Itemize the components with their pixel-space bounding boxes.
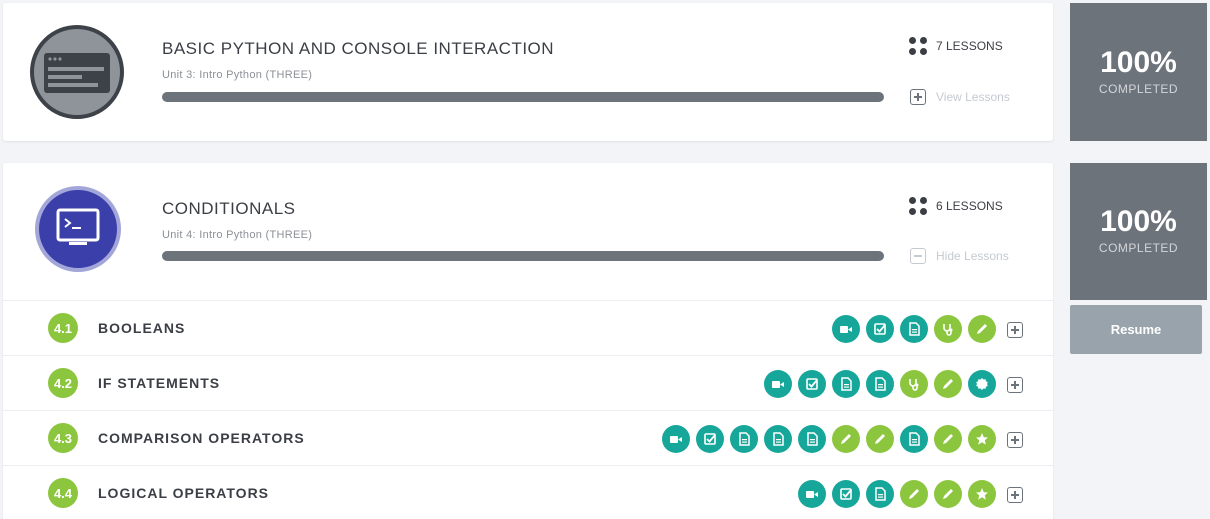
doc-icon[interactable]: [798, 425, 826, 453]
lessons-count-label: 6 LESSONS: [936, 199, 1003, 213]
expand-lesson-icon[interactable]: [1007, 487, 1023, 503]
pencil-icon[interactable]: [968, 315, 996, 343]
grid-dots-icon: [909, 197, 927, 215]
lesson-activities: [662, 425, 996, 453]
grid-dots-icon: [909, 37, 927, 55]
check-icon[interactable]: [832, 480, 860, 508]
unit-subtitle: Unit 3: Intro Python (THREE): [162, 69, 313, 81]
doc-icon[interactable]: [900, 315, 928, 343]
resume-button[interactable]: Resume: [1070, 305, 1202, 354]
lesson-title: LOGICAL OPERATORS: [98, 485, 270, 501]
lesson-title: IF STATEMENTS: [98, 375, 221, 391]
video-icon[interactable]: [764, 370, 792, 398]
toggle-label: View Lessons: [936, 90, 1010, 104]
completion-label: COMPLETED: [1098, 82, 1179, 96]
check-icon[interactable]: [696, 425, 724, 453]
lesson-number-badge: 4.3: [48, 423, 78, 453]
check-icon[interactable]: [866, 315, 894, 343]
unit-card-3: BASIC PYTHON AND CONSOLE INTERACTION Uni…: [3, 3, 1053, 141]
lesson-number-badge: 4.4: [48, 478, 78, 508]
terminal-icon: [35, 186, 121, 272]
doc-icon[interactable]: [866, 480, 894, 508]
doc-icon[interactable]: [832, 370, 860, 398]
unit-title: BASIC PYTHON AND CONSOLE INTERACTION: [162, 39, 555, 58]
progress-bar: [162, 92, 884, 102]
stethoscope-icon[interactable]: [900, 370, 928, 398]
pencil-icon[interactable]: [900, 480, 928, 508]
lesson-row[interactable]: 4.1 BOOLEANS: [3, 300, 1053, 355]
unit-title: CONDITIONALS: [162, 199, 296, 218]
window-icon: [30, 25, 124, 119]
toggle-label: Hide Lessons: [936, 249, 1009, 263]
doc-icon[interactable]: [900, 425, 928, 453]
completion-label: COMPLETED: [1098, 241, 1179, 255]
pencil-icon[interactable]: [832, 425, 860, 453]
video-icon[interactable]: [662, 425, 690, 453]
progress-bar: [162, 251, 884, 261]
lesson-activities: [798, 480, 996, 508]
expand-lesson-icon[interactable]: [1007, 377, 1023, 393]
view-lessons-toggle[interactable]: View Lessons: [910, 89, 1010, 105]
lesson-title: COMPARISON OPERATORS: [98, 430, 305, 446]
unit-card-4: CONDITIONALS Unit 4: Intro Python (THREE…: [3, 163, 1053, 519]
pencil-icon[interactable]: [934, 370, 962, 398]
doc-icon[interactable]: [764, 425, 792, 453]
lesson-number-badge: 4.1: [48, 313, 78, 343]
expand-lesson-icon[interactable]: [1007, 432, 1023, 448]
expand-lesson-icon[interactable]: [1007, 322, 1023, 338]
lesson-activities: [832, 315, 996, 343]
completion-percent: 100%: [1100, 46, 1177, 79]
star-icon[interactable]: [968, 425, 996, 453]
lessons-count: 7 LESSONS: [909, 37, 1003, 55]
lesson-title: BOOLEANS: [98, 320, 186, 336]
minus-box-icon: [910, 248, 926, 264]
video-icon[interactable]: [832, 315, 860, 343]
badge-icon[interactable]: [968, 370, 996, 398]
completion-percent: 100%: [1100, 205, 1177, 238]
plus-box-icon: [910, 89, 926, 105]
stethoscope-icon[interactable]: [934, 315, 962, 343]
completion-stat-4: 100% COMPLETED: [1070, 163, 1207, 300]
lessons-count-label: 7 LESSONS: [936, 39, 1003, 53]
pencil-icon[interactable]: [934, 425, 962, 453]
lesson-row[interactable]: 4.2 IF STATEMENTS: [3, 355, 1053, 410]
lesson-row[interactable]: 4.4 LOGICAL OPERATORS: [3, 465, 1053, 519]
lesson-activities: [764, 370, 996, 398]
doc-icon[interactable]: [866, 370, 894, 398]
doc-icon[interactable]: [730, 425, 758, 453]
completion-stat-3: 100% COMPLETED: [1070, 3, 1207, 141]
star-icon[interactable]: [968, 480, 996, 508]
lessons-count: 6 LESSONS: [909, 197, 1003, 215]
lesson-row[interactable]: 4.3 COMPARISON OPERATORS: [3, 410, 1053, 465]
video-icon[interactable]: [798, 480, 826, 508]
lesson-number-badge: 4.2: [48, 368, 78, 398]
hide-lessons-toggle[interactable]: Hide Lessons: [910, 248, 1009, 264]
pencil-icon[interactable]: [866, 425, 894, 453]
pencil-icon[interactable]: [934, 480, 962, 508]
check-icon[interactable]: [798, 370, 826, 398]
unit-subtitle: Unit 4: Intro Python (THREE): [162, 229, 313, 241]
